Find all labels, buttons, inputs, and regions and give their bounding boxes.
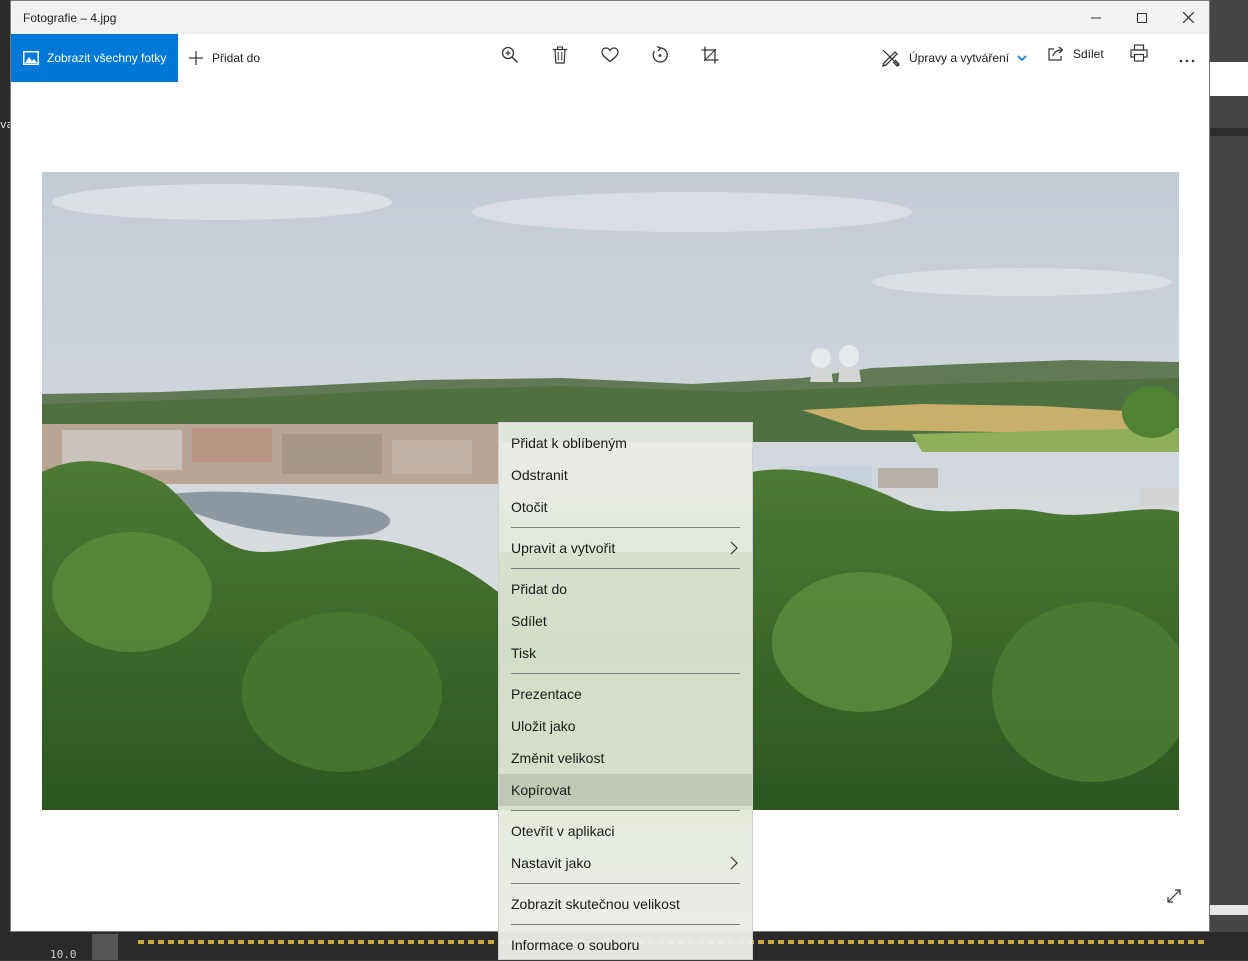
menu-item-edit-create[interactable]: Upravit a vytvořit xyxy=(499,532,752,564)
edit-create-button[interactable]: Úpravy a vytváření xyxy=(881,34,1027,82)
chevron-right-icon xyxy=(730,541,738,555)
chevron-right-icon xyxy=(730,856,738,870)
menu-item-label: Nastavit jako xyxy=(511,855,592,871)
expand-icon xyxy=(1166,888,1182,909)
add-to-label: Přidat do xyxy=(212,51,261,65)
menu-item-label: Změnit velikost xyxy=(511,750,605,766)
minimize-button[interactable] xyxy=(1073,1,1119,34)
background-app-edge: va xyxy=(0,0,13,960)
title-bar[interactable]: Fotografie – 4.jpg xyxy=(11,1,1209,34)
menu-item-label: Tisk xyxy=(511,645,537,661)
menu-separator xyxy=(511,527,740,528)
share-button[interactable]: Sdílet xyxy=(1047,34,1104,74)
view-all-photos-label: Zobrazit všechny fotky xyxy=(47,51,167,65)
menu-separator xyxy=(511,568,740,569)
menu-item-label: Zobrazit skutečnou velikost xyxy=(511,896,680,912)
print-button[interactable] xyxy=(1123,40,1155,70)
view-all-photos-button[interactable]: Zobrazit všechny fotky xyxy=(11,34,178,82)
rotate-button[interactable] xyxy=(644,42,676,72)
heart-icon xyxy=(601,46,619,68)
background-number: 10.0 xyxy=(50,948,77,961)
edit-create-label: Úpravy a vytváření xyxy=(909,51,1010,65)
favorite-button[interactable] xyxy=(594,42,626,72)
menu-item-print[interactable]: Tisk xyxy=(499,637,752,669)
chevron-down-icon xyxy=(1017,55,1027,61)
menu-item-share[interactable]: Sdílet xyxy=(499,605,752,637)
menu-item-actual-size[interactable]: Zobrazit skutečnou velikost xyxy=(499,888,752,920)
crop-icon xyxy=(701,46,719,69)
menu-item-label: Uložit jako xyxy=(511,718,576,734)
menu-item-resize[interactable]: Změnit velikost xyxy=(499,742,752,774)
menu-item-add-to[interactable]: Přidat do xyxy=(499,573,752,605)
menu-separator xyxy=(511,810,740,811)
maximize-button[interactable] xyxy=(1119,1,1165,34)
photo-icon xyxy=(23,51,39,65)
edit-create-icon xyxy=(881,48,901,68)
menu-item-slideshow[interactable]: Prezentace xyxy=(499,678,752,710)
zoom-in-icon xyxy=(501,46,519,69)
rotate-icon xyxy=(651,45,669,69)
share-icon xyxy=(1047,46,1065,62)
menu-item-label: Odstranit xyxy=(511,467,568,483)
menu-item-save-as[interactable]: Uložit jako xyxy=(499,710,752,742)
trash-icon xyxy=(552,45,568,69)
menu-item-rotate[interactable]: Otočit xyxy=(499,491,752,523)
menu-item-label: Otočit xyxy=(511,499,548,515)
printer-icon xyxy=(1130,43,1148,67)
toolbar: Zobrazit všechny fotky Přidat do Úpravy … xyxy=(11,34,1209,82)
window-title: Fotografie – 4.jpg xyxy=(23,11,117,25)
more-icon xyxy=(1179,50,1195,68)
menu-item-label: Přidat k oblíbeným xyxy=(511,435,627,451)
menu-item-add-to-favorites[interactable]: Přidat k oblíbeným xyxy=(499,427,752,459)
plus-icon xyxy=(188,50,204,66)
menu-item-label: Otevřít v aplikaci xyxy=(511,823,615,839)
context-menu: Přidat k oblíbeným Odstranit Otočit Upra… xyxy=(498,422,753,960)
menu-item-label: Sdílet xyxy=(511,613,547,629)
menu-item-set-as[interactable]: Nastavit jako xyxy=(499,847,752,879)
close-button[interactable] xyxy=(1165,1,1211,34)
add-to-button[interactable]: Přidat do xyxy=(188,34,260,82)
menu-item-open-with[interactable]: Otevřít v aplikaci xyxy=(499,815,752,847)
fullscreen-button[interactable] xyxy=(1163,887,1185,909)
menu-item-label: Informace o souboru xyxy=(511,937,640,953)
menu-item-delete[interactable]: Odstranit xyxy=(499,459,752,491)
menu-separator xyxy=(511,924,740,925)
zoom-in-button[interactable] xyxy=(494,42,526,72)
menu-separator xyxy=(511,883,740,884)
menu-item-label: Upravit a vytvořit xyxy=(511,540,616,556)
menu-item-label: Přidat do xyxy=(511,581,568,597)
menu-item-copy[interactable]: Kopírovat xyxy=(499,774,752,806)
share-label: Sdílet xyxy=(1073,47,1104,61)
menu-item-file-info[interactable]: Informace o souboru xyxy=(499,929,752,959)
background-app-right xyxy=(1210,0,1248,960)
delete-button[interactable] xyxy=(544,42,576,72)
menu-item-label: Kopírovat xyxy=(511,782,571,798)
menu-separator xyxy=(511,673,740,674)
menu-item-label: Prezentace xyxy=(511,686,582,702)
crop-button[interactable] xyxy=(694,42,726,72)
more-options-button[interactable] xyxy=(1171,44,1203,74)
